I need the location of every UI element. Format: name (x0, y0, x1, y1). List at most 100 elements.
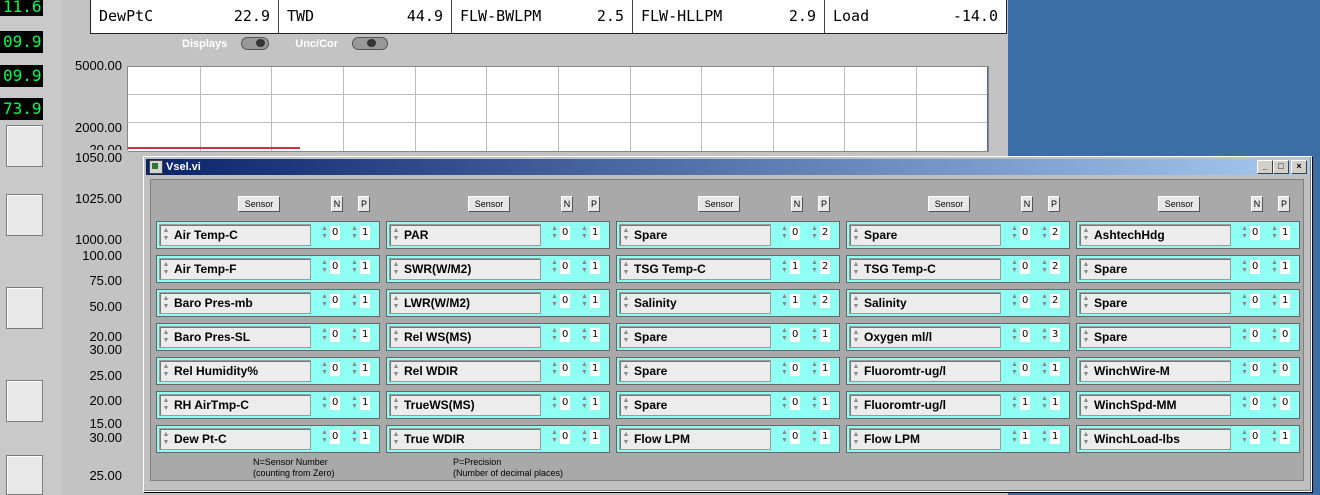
p-control[interactable]: ▲ ▼ 1 (809, 326, 835, 344)
p-control[interactable]: ▲ ▼ 1 (809, 394, 835, 412)
p-control[interactable]: ▲ ▼ 1 (349, 258, 375, 276)
sensor-selector[interactable]: ▲ ▼ Rel WDIR (389, 360, 541, 382)
displays-toggle[interactable] (241, 37, 270, 50)
n-control[interactable]: ▲ ▼ 1 (1009, 428, 1035, 446)
n-control[interactable]: ▲ ▼ 0 (1239, 360, 1265, 378)
n-value[interactable]: 0 (790, 226, 801, 240)
spinner-icon[interactable]: ▲ ▼ (1240, 394, 1249, 412)
spinner-icon[interactable]: ▲ ▼ (550, 360, 559, 378)
n-value[interactable]: 0 (330, 396, 341, 410)
spinner-icon[interactable]: ▲ ▼ (550, 258, 559, 276)
n-control[interactable]: ▲ ▼ 0 (1239, 428, 1265, 446)
n-value[interactable]: 0 (790, 362, 801, 376)
n-control[interactable]: ▲ ▼ 0 (549, 326, 575, 344)
spinner-icon[interactable]: ▲ ▼ (810, 326, 819, 344)
p-control[interactable]: ▲ ▼ 1 (579, 258, 605, 276)
spinner-icon[interactable]: ▲ ▼ (810, 360, 819, 378)
p-control[interactable]: ▲ ▼ 1 (349, 394, 375, 412)
sensor-selector[interactable]: ▲ ▼ Rel Humidity% (159, 360, 311, 382)
n-control[interactable]: ▲ ▼ 0 (1239, 258, 1265, 276)
p-control[interactable]: ▲ ▼ 2 (1039, 292, 1065, 310)
spinner-icon[interactable]: ▲ ▼ (320, 428, 329, 446)
spinner-icon[interactable]: ▲ ▼ (1240, 360, 1249, 378)
spinner-icon[interactable]: ▲ ▼ (851, 430, 861, 448)
p-control[interactable]: ▲ ▼ 1 (349, 360, 375, 378)
spinner-icon[interactable]: ▲ ▼ (1081, 260, 1091, 278)
n-value[interactable]: 0 (330, 328, 341, 342)
p-control[interactable]: ▲ ▼ 1 (1269, 224, 1295, 242)
n-control[interactable]: ▲ ▼ 0 (549, 258, 575, 276)
n-value[interactable]: 0 (1020, 294, 1031, 308)
p-value[interactable]: 1 (360, 396, 371, 410)
spinner-icon[interactable]: ▲ ▼ (1010, 292, 1019, 310)
spinner-icon[interactable]: ▲ ▼ (161, 396, 171, 414)
spinner-icon[interactable]: ▲ ▼ (621, 430, 631, 448)
p-value[interactable]: 1 (820, 430, 831, 444)
sensor-selector[interactable]: ▲ ▼ PAR (389, 224, 541, 246)
sensor-selector[interactable]: ▲ ▼ Fluoromtr-ug/l (849, 394, 1001, 416)
p-control[interactable]: ▲ ▼ 1 (349, 224, 375, 242)
p-value[interactable]: 1 (590, 328, 601, 342)
n-value[interactable]: 0 (1250, 396, 1261, 410)
spinner-icon[interactable]: ▲ ▼ (1040, 258, 1049, 276)
n-value[interactable]: 1 (1020, 430, 1031, 444)
n-control[interactable]: ▲ ▼ 0 (319, 428, 345, 446)
spinner-icon[interactable]: ▲ ▼ (1270, 428, 1279, 446)
spinner-icon[interactable]: ▲ ▼ (851, 260, 861, 278)
spinner-icon[interactable]: ▲ ▼ (621, 294, 631, 312)
n-value[interactable]: 1 (790, 260, 801, 274)
spinner-icon[interactable]: ▲ ▼ (1040, 224, 1049, 242)
n-control[interactable]: ▲ ▼ 0 (549, 428, 575, 446)
p-value[interactable]: 2 (820, 260, 831, 274)
spinner-icon[interactable]: ▲ ▼ (550, 428, 559, 446)
n-control[interactable]: ▲ ▼ 0 (1009, 360, 1035, 378)
spinner-icon[interactable]: ▲ ▼ (1010, 360, 1019, 378)
sensor-selector[interactable]: ▲ ▼ Oxygen ml/l (849, 326, 1001, 348)
spinner-icon[interactable]: ▲ ▼ (780, 224, 789, 242)
p-control[interactable]: ▲ ▼ 0 (1269, 326, 1295, 344)
spinner-icon[interactable]: ▲ ▼ (350, 224, 359, 242)
p-value[interactable]: 1 (360, 226, 371, 240)
n-control[interactable]: ▲ ▼ 0 (779, 428, 805, 446)
spinner-icon[interactable]: ▲ ▼ (391, 362, 401, 380)
spinner-icon[interactable]: ▲ ▼ (580, 360, 589, 378)
spinner-icon[interactable]: ▲ ▼ (1270, 292, 1279, 310)
left-button-1[interactable] (6, 125, 43, 167)
spinner-icon[interactable]: ▲ ▼ (550, 326, 559, 344)
spinner-icon[interactable]: ▲ ▼ (1270, 224, 1279, 242)
n-value[interactable]: 0 (1250, 260, 1261, 274)
spinner-icon[interactable]: ▲ ▼ (1081, 430, 1091, 448)
sensor-selector[interactable]: ▲ ▼ Spare (619, 360, 771, 382)
p-value[interactable]: 1 (1280, 430, 1291, 444)
spinner-icon[interactable]: ▲ ▼ (391, 226, 401, 244)
sensor-selector[interactable]: ▲ ▼ Spare (619, 326, 771, 348)
spinner-icon[interactable]: ▲ ▼ (1010, 428, 1019, 446)
p-value[interactable]: 1 (820, 328, 831, 342)
sensor-selector[interactable]: ▲ ▼ Baro Pres-SL (159, 326, 311, 348)
spinner-icon[interactable]: ▲ ▼ (350, 394, 359, 412)
n-control[interactable]: ▲ ▼ 0 (549, 394, 575, 412)
n-control[interactable]: ▲ ▼ 0 (549, 292, 575, 310)
n-value[interactable]: 0 (560, 294, 571, 308)
spinner-icon[interactable]: ▲ ▼ (621, 396, 631, 414)
n-value[interactable]: 0 (560, 430, 571, 444)
p-control[interactable]: ▲ ▼ 2 (1039, 224, 1065, 242)
p-control[interactable]: ▲ ▼ 1 (1269, 428, 1295, 446)
p-value[interactable]: 1 (820, 396, 831, 410)
spinner-icon[interactable]: ▲ ▼ (580, 258, 589, 276)
n-control[interactable]: ▲ ▼ 0 (1009, 258, 1035, 276)
p-value[interactable]: 1 (1050, 396, 1061, 410)
spinner-icon[interactable]: ▲ ▼ (391, 328, 401, 346)
n-control[interactable]: ▲ ▼ 0 (319, 258, 345, 276)
n-control[interactable]: ▲ ▼ 1 (779, 258, 805, 276)
spinner-icon[interactable]: ▲ ▼ (780, 292, 789, 310)
p-control[interactable]: ▲ ▼ 2 (1039, 258, 1065, 276)
left-button-2[interactable] (6, 194, 43, 236)
spinner-icon[interactable]: ▲ ▼ (161, 362, 171, 380)
n-control[interactable]: ▲ ▼ 0 (779, 224, 805, 242)
spinner-icon[interactable]: ▲ ▼ (580, 394, 589, 412)
p-value[interactable]: 2 (820, 226, 831, 240)
p-value[interactable]: 1 (360, 362, 371, 376)
sensor-selector[interactable]: ▲ ▼ Spare (1079, 292, 1231, 314)
n-control[interactable]: ▲ ▼ 1 (779, 292, 805, 310)
